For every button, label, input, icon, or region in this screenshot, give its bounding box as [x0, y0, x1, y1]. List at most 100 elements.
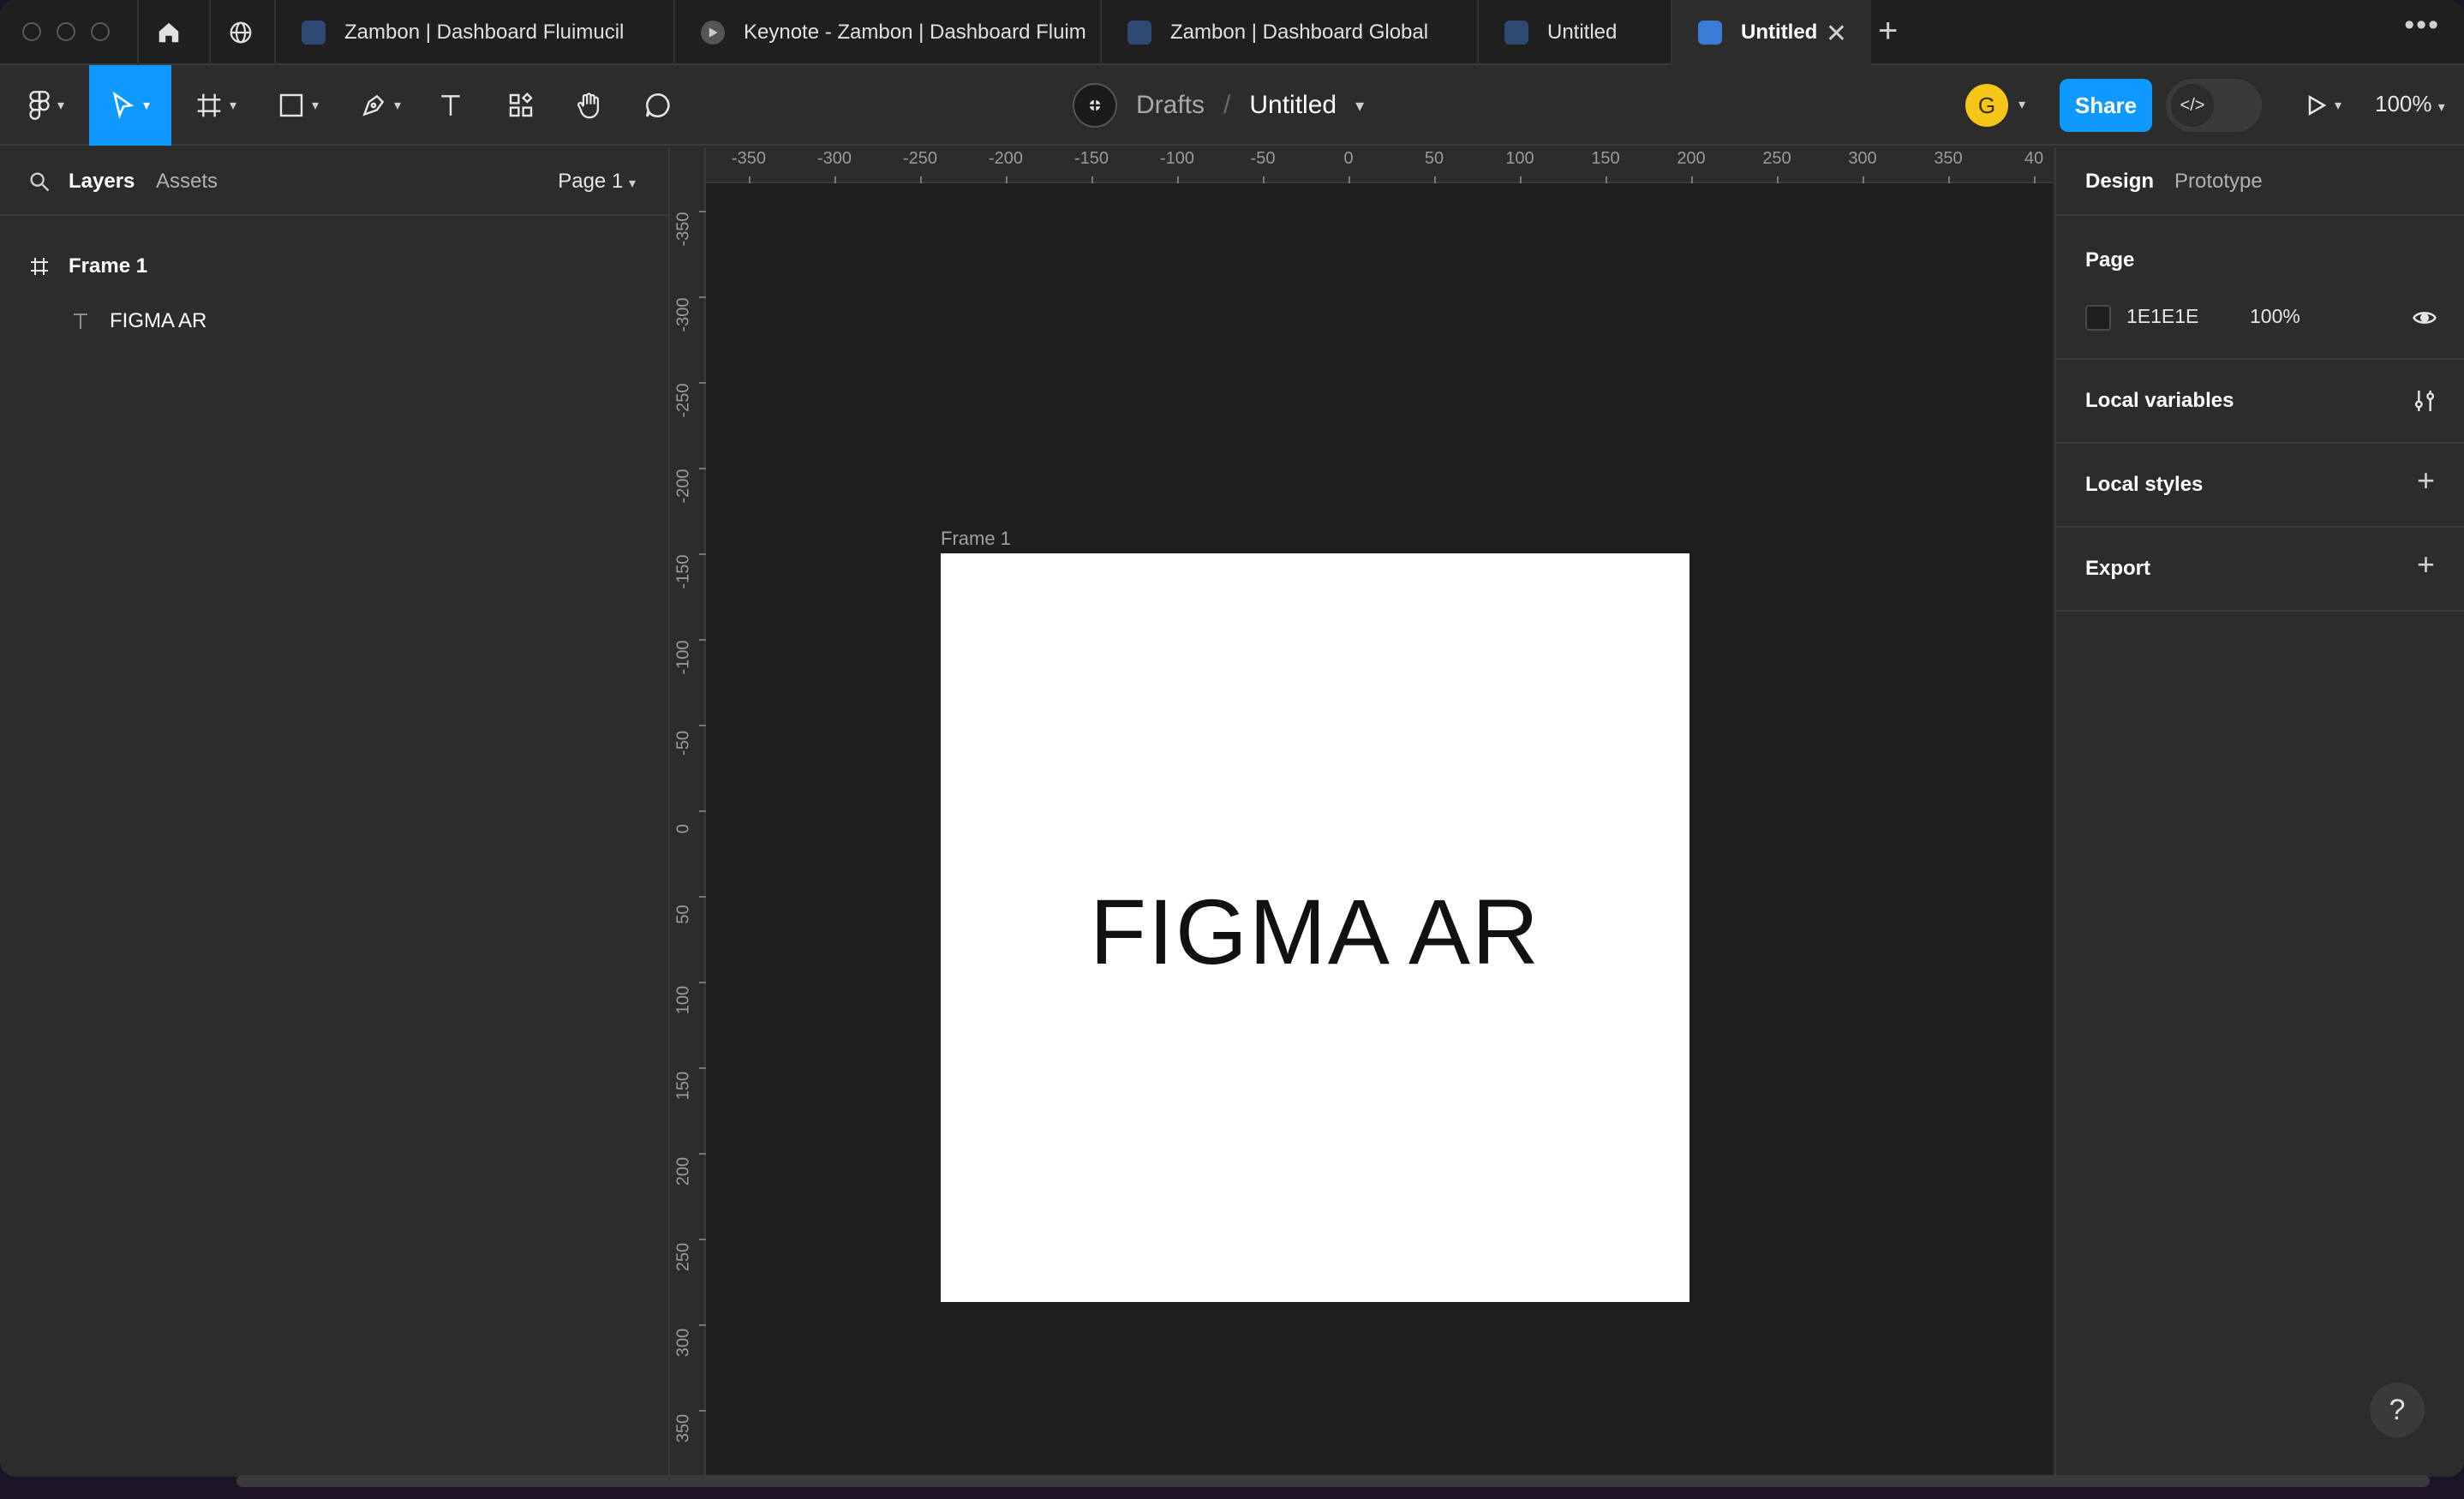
close-tab-icon[interactable]: ✕: [1826, 19, 1847, 49]
ruler-tick: [699, 382, 706, 384]
home-button[interactable]: [137, 0, 199, 65]
ruler-tick-label: -100: [673, 640, 693, 675]
layer-frame-1[interactable]: Frame 1: [29, 245, 147, 288]
canvas[interactable]: -350 -300 -250 -200 -150 -100 -50 0 50 100 150 200 2…: [672, 147, 2053, 1477]
frame-label[interactable]: Frame 1: [941, 528, 1011, 550]
community-button[interactable]: [209, 0, 271, 65]
ruler-tick: [1177, 176, 1179, 183]
ruler-tick: [1777, 176, 1779, 183]
editor-toolbar: ▾ ▾ ▾ ▾ ▾ Drafts / Untitled ▾ G ▾ Share …: [0, 65, 2464, 146]
ruler-tick-label: -100: [1159, 149, 1195, 168]
ruler-tick-label: -350: [731, 149, 767, 168]
ruler-tick-label: 250: [673, 1242, 693, 1272]
local-variables-section[interactable]: Local variables: [2056, 360, 2464, 444]
ruler-tick-label: -200: [673, 469, 693, 504]
comment-tool-button[interactable]: [634, 65, 682, 146]
chevron-down-icon: ▾: [57, 99, 65, 113]
page-color-swatch[interactable]: [2085, 305, 2111, 331]
new-tab-button[interactable]: +: [1878, 12, 1898, 51]
tab-keynote-zambon[interactable]: Keynote - Zambon | Dashboard Fluim: [673, 0, 1100, 65]
ruler-tick: [1606, 176, 1607, 183]
page-section-title: Page: [2085, 248, 2135, 272]
text-icon: [74, 314, 87, 329]
hand-tool-button[interactable]: [565, 65, 613, 146]
team-avatar[interactable]: [1073, 83, 1117, 128]
text-icon: [441, 95, 460, 116]
search-icon[interactable]: [27, 170, 51, 194]
figma-file-icon: [302, 21, 326, 45]
chevron-down-icon: ▾: [311, 99, 320, 113]
shape-tool-button[interactable]: ▾: [264, 65, 332, 146]
zoom-window-button[interactable]: [91, 22, 110, 41]
breadcrumb-drafts[interactable]: Drafts: [1136, 91, 1205, 120]
ruler-tick-label: -150: [673, 554, 693, 589]
page-color-opacity[interactable]: 100%: [2250, 305, 2300, 328]
tab-untitled[interactable]: Untitled: [1477, 0, 1671, 65]
chevron-down-icon: ▾: [628, 176, 636, 191]
ruler-tick: [699, 1067, 706, 1069]
vertical-ruler: -350 -300 -250 -200 -150 -100 -50 0 50 100 150 200 2…: [672, 147, 706, 1477]
eye-icon[interactable]: [2411, 305, 2438, 331]
tab-label: Untitled: [1547, 21, 1618, 44]
sliders-icon[interactable]: [2411, 387, 2438, 415]
ruler-tick-label: -300: [816, 149, 852, 168]
ruler-tick: [699, 896, 706, 898]
export-section[interactable]: Export +: [2056, 528, 2464, 612]
horizontal-scrollbar[interactable]: [236, 1475, 2430, 1487]
ruler-tick-label: 50: [1424, 149, 1444, 168]
ruler-tick-label: 40: [2024, 149, 2044, 168]
comment-icon: [645, 93, 670, 117]
chevron-down-icon: ▾: [229, 99, 237, 113]
present-button[interactable]: ▾: [2293, 65, 2353, 146]
tab-zambon-global[interactable]: Zambon | Dashboard Global: [1100, 0, 1477, 65]
properties-tabs: Design Prototype: [2056, 147, 2464, 216]
file-name[interactable]: Untitled: [1249, 91, 1337, 120]
chevron-down-icon: ▾: [2437, 100, 2445, 115]
dev-mode-toggle[interactable]: </>: [2166, 79, 2262, 132]
hand-icon: [577, 93, 600, 119]
ruler-tick: [2034, 176, 2036, 183]
add-export-icon[interactable]: +: [2417, 546, 2435, 582]
move-tool-button[interactable]: ▾: [89, 65, 171, 146]
pen-tool-button[interactable]: ▾: [346, 65, 415, 146]
breadcrumb-separator: /: [1223, 91, 1231, 119]
resources-tool-button[interactable]: [497, 65, 545, 146]
ruler-tick-label: -200: [988, 149, 1024, 168]
frame-text[interactable]: FIGMA AR: [1090, 878, 1540, 985]
zoom-level[interactable]: 100% ▾: [2375, 91, 2445, 117]
tab-assets[interactable]: Assets: [156, 170, 218, 194]
chevron-down-icon[interactable]: ▾: [2018, 96, 2025, 113]
ruler-tick: [1863, 176, 1864, 183]
layer-figma-ar[interactable]: FIGMA AR: [70, 300, 206, 343]
tab-layers[interactable]: Layers: [69, 170, 135, 194]
local-styles-section[interactable]: Local styles +: [2056, 444, 2464, 528]
ruler-tick: [1006, 176, 1008, 183]
user-avatar[interactable]: G: [1965, 84, 2008, 127]
text-tool-button[interactable]: [427, 65, 475, 146]
ruler-tick: [699, 639, 706, 641]
globe-icon: [230, 21, 252, 44]
add-style-icon[interactable]: +: [2417, 463, 2435, 499]
page-selector[interactable]: Page 1 ▾: [558, 170, 636, 194]
chevron-down-icon[interactable]: ▾: [1355, 95, 1364, 116]
ruler-tick-label: -50: [673, 731, 693, 755]
tab-design[interactable]: Design: [2085, 170, 2154, 194]
team-logo-icon: [1084, 97, 1106, 114]
play-icon: [701, 21, 725, 45]
chevron-down-icon: ▾: [393, 99, 402, 113]
tab-untitled-active[interactable]: Untitled ✕: [1671, 0, 1871, 65]
tab-prototype[interactable]: Prototype: [2174, 170, 2263, 194]
layer-name: Frame 1: [69, 254, 148, 278]
close-window-button[interactable]: [22, 22, 41, 41]
tab-zambon-fluimucil[interactable]: Zambon | Dashboard Fluimucil: [274, 0, 673, 65]
tab-label: Zambon | Dashboard Global: [1170, 21, 1429, 44]
main-menu-button[interactable]: ▾: [12, 65, 81, 146]
ruler-tick: [1263, 176, 1265, 183]
minimize-window-button[interactable]: [57, 22, 75, 41]
page-color-hex[interactable]: 1E1E1E: [2126, 305, 2198, 328]
more-options-icon[interactable]: •••: [2404, 9, 2440, 42]
frame-1[interactable]: FIGMA AR: [941, 553, 1690, 1302]
share-button[interactable]: Share: [2060, 79, 2152, 132]
help-button[interactable]: ?: [2370, 1383, 2425, 1437]
frame-tool-button[interactable]: ▾: [182, 65, 250, 146]
